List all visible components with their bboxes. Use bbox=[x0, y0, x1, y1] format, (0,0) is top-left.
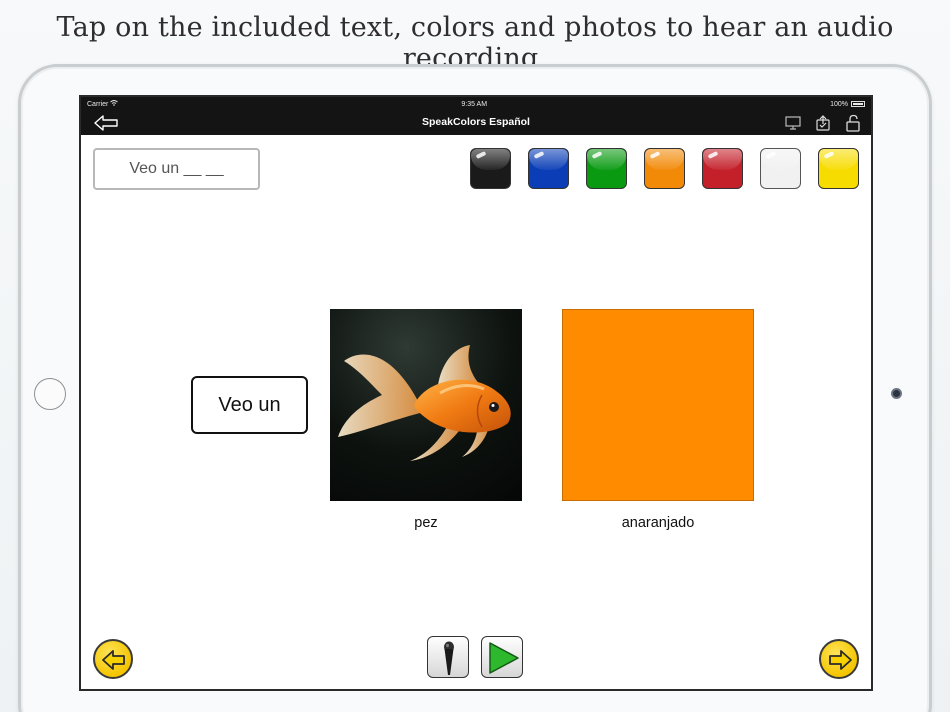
camera-icon bbox=[891, 388, 902, 399]
battery-indicator: 100% bbox=[830, 101, 865, 108]
nav-icons bbox=[783, 114, 863, 132]
status-time: 9:35 AM bbox=[461, 100, 488, 108]
play-button[interactable] bbox=[481, 636, 523, 678]
arrow-right-icon bbox=[829, 650, 852, 670]
nav-bar: SpeakColors Español bbox=[81, 111, 871, 135]
arrow-left-icon bbox=[102, 650, 125, 670]
color-label: anaranjado bbox=[621, 515, 695, 531]
swatch-blue[interactable] bbox=[528, 148, 569, 189]
battery-icon bbox=[851, 101, 865, 107]
goldfish-image bbox=[338, 345, 511, 461]
wifi-icon bbox=[110, 100, 119, 106]
swatch-red[interactable] bbox=[702, 148, 743, 189]
carrier-label: Carrier bbox=[87, 100, 119, 108]
unlock-icon[interactable] bbox=[843, 114, 863, 132]
next-button[interactable] bbox=[819, 639, 859, 679]
app-screen: Carrier 9:35 AM 100% SpeakColors Español bbox=[79, 95, 873, 691]
photo-label: pez bbox=[414, 515, 438, 531]
color-swatches bbox=[470, 148, 859, 189]
previous-button[interactable] bbox=[93, 639, 133, 679]
nav-title: SpeakColors Español bbox=[422, 116, 530, 128]
home-button[interactable] bbox=[34, 378, 66, 410]
word-card[interactable]: Veo un bbox=[191, 376, 308, 434]
swatch-black[interactable] bbox=[470, 148, 511, 189]
status-bar: Carrier 9:35 AM 100% bbox=[81, 97, 871, 111]
microphone-icon bbox=[444, 641, 454, 675]
share-icon[interactable] bbox=[813, 114, 833, 132]
play-icon bbox=[489, 642, 519, 674]
swatch-orange[interactable] bbox=[644, 148, 685, 189]
sentence-prompt-box[interactable]: Veo un __ __ bbox=[93, 148, 260, 190]
display-icon[interactable] bbox=[783, 114, 803, 132]
record-button[interactable] bbox=[427, 636, 469, 678]
swatch-green[interactable] bbox=[586, 148, 627, 189]
swatch-yellow[interactable] bbox=[818, 148, 859, 189]
selected-color-card[interactable] bbox=[562, 309, 754, 501]
swatch-white[interactable] bbox=[760, 148, 801, 189]
goldfish-photo[interactable] bbox=[330, 309, 522, 501]
